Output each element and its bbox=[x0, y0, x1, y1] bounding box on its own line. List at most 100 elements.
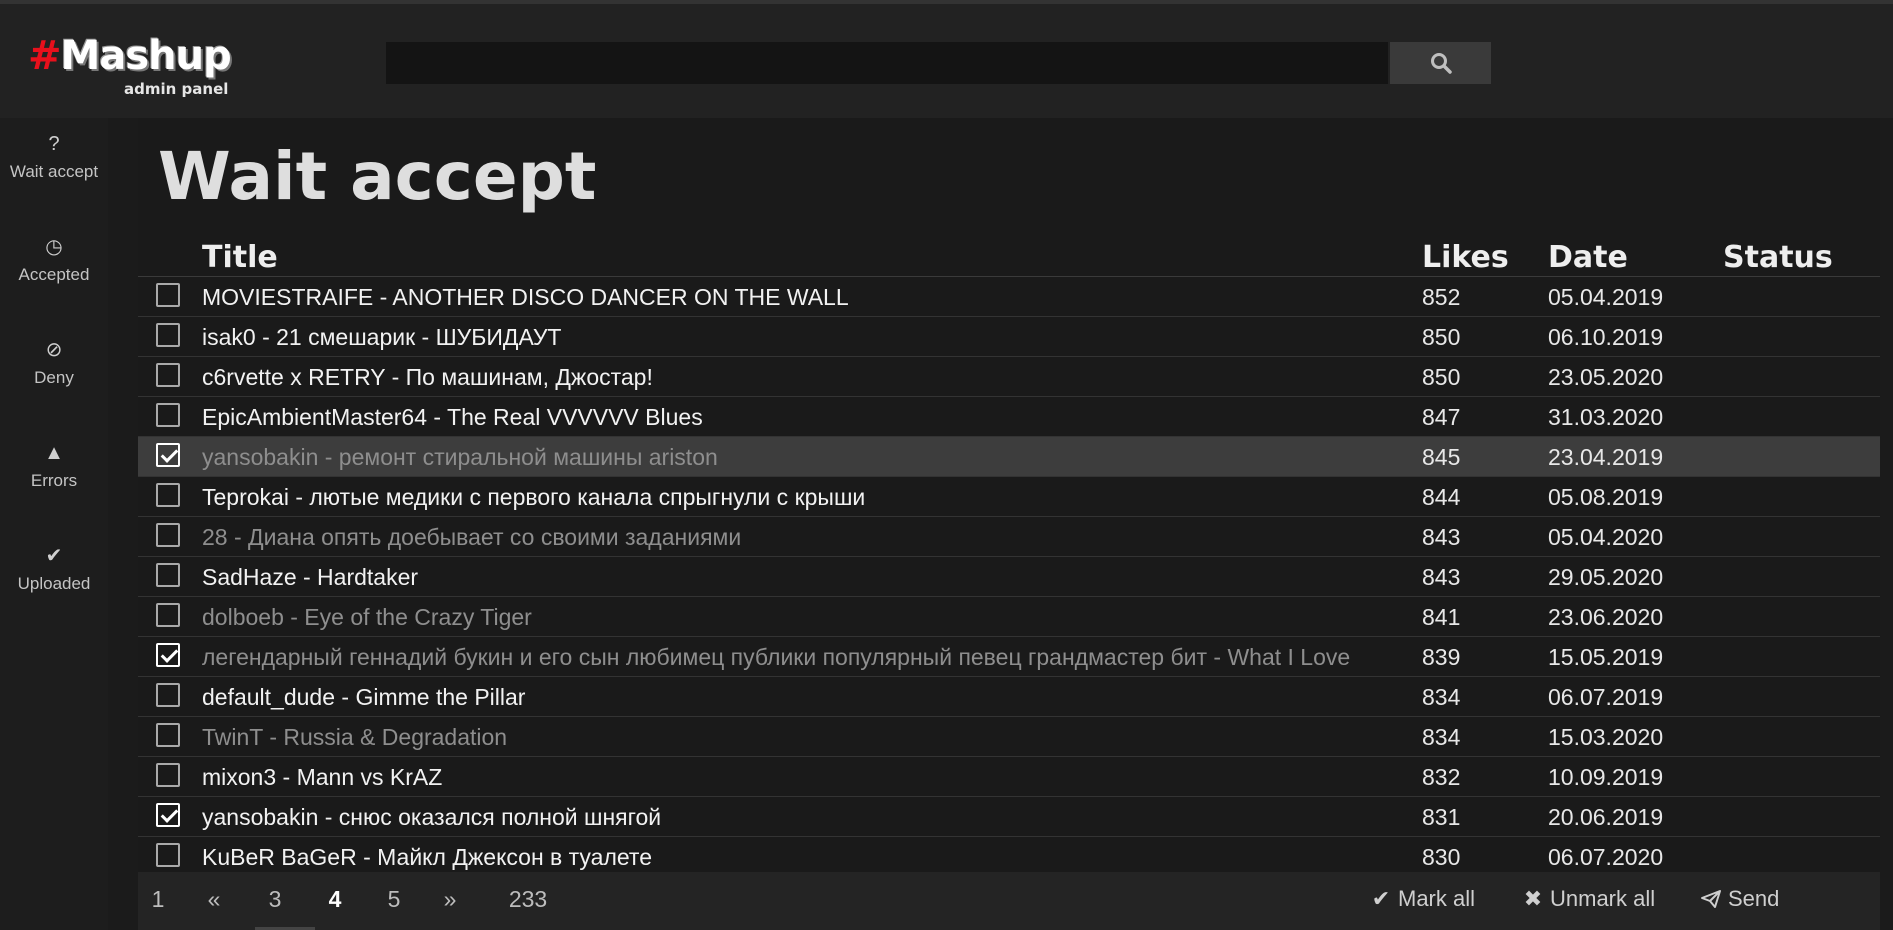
mark-all-label: Mark all bbox=[1398, 886, 1476, 911]
row-title[interactable]: isak0 - 21 смешарик - ШУБИДАУТ bbox=[202, 324, 561, 351]
row-title[interactable]: легендарный геннадий букин и его сын люб… bbox=[202, 644, 1350, 671]
row-date: 29.05.2020 bbox=[1548, 564, 1664, 590]
row-title[interactable]: MOVIESTRAIFE - ANOTHER DISCO DANCER ON T… bbox=[202, 284, 849, 311]
row-likes: 843 bbox=[1422, 524, 1461, 550]
logo-subtitle: admin panel bbox=[124, 80, 229, 98]
row-date: 23.05.2020 bbox=[1548, 364, 1664, 390]
row-title[interactable]: mixon3 - Mann vs KrAZ bbox=[202, 764, 442, 791]
row-checkbox[interactable] bbox=[156, 403, 180, 427]
send-button[interactable]: Send bbox=[1700, 886, 1779, 912]
sidebar-item-label: Accepted bbox=[18, 265, 90, 284]
row-checkbox[interactable] bbox=[156, 283, 180, 307]
search-input[interactable] bbox=[386, 42, 1388, 84]
row-title[interactable]: default_dude - Gimme the Pillar bbox=[202, 684, 525, 711]
sidebar-item-accepted[interactable]: ◷ Accepted bbox=[0, 221, 108, 311]
page-link[interactable]: 3 bbox=[255, 886, 295, 913]
warning-icon: ▲ bbox=[44, 442, 64, 464]
main-content: Wait accept Title Likes Date Status MOVI… bbox=[138, 118, 1880, 930]
table-row[interactable]: isak0 - 21 смешарик - ШУБИДАУТ 850 06.10.2… bbox=[138, 317, 1880, 357]
table-row[interactable]: default_dude - Gimme the Pillar 834 06.07.… bbox=[138, 677, 1880, 717]
row-checkbox[interactable] bbox=[156, 563, 180, 587]
page-link[interactable]: 1 bbox=[138, 886, 178, 913]
row-likes: 850 bbox=[1422, 324, 1461, 350]
row-checkbox[interactable] bbox=[156, 603, 180, 627]
table-row[interactable]: EpicAmbientMaster64 - The Real VVVVVV Bl… bbox=[138, 397, 1880, 437]
row-likes: 832 bbox=[1422, 764, 1461, 790]
paper-plane-icon bbox=[1700, 886, 1722, 912]
footer-bar: 1 « 3 4 5 » 233 ✔ Mark all ✖ Unmark all Send bbox=[138, 872, 1880, 930]
row-checkbox[interactable] bbox=[156, 683, 180, 707]
row-title[interactable]: yansobakin - ремонт стиральной машины ar… bbox=[202, 444, 718, 471]
row-checkbox[interactable] bbox=[156, 483, 180, 507]
row-date: 15.05.2019 bbox=[1548, 644, 1664, 670]
row-title[interactable]: 28 - Диана опять доебывает со своими зад… bbox=[202, 524, 741, 551]
table-row[interactable]: yansobakin - ремонт стиральной машины ar… bbox=[138, 437, 1880, 477]
table-row[interactable]: 28 - Диана опять доебывает со своими зад… bbox=[138, 517, 1880, 557]
row-date: 23.04.2019 bbox=[1548, 444, 1664, 470]
row-likes: 831 bbox=[1422, 804, 1461, 830]
table-row[interactable]: TwinT - Russia & Degradation 834 15.03.202… bbox=[138, 717, 1880, 757]
row-date: 06.07.2020 bbox=[1548, 844, 1664, 870]
row-checkbox[interactable] bbox=[156, 523, 180, 547]
page-link[interactable]: « bbox=[194, 886, 234, 913]
sidebar: ? Wait accept ◷ Accepted ⊘ Deny ▲ Errors ✔ Upload… bbox=[0, 118, 108, 930]
sidebar-item-errors[interactable]: ▲ Errors bbox=[0, 427, 108, 517]
clock-icon: ◷ bbox=[45, 236, 63, 258]
row-date: 15.03.2020 bbox=[1548, 724, 1664, 750]
table-row[interactable]: SadHaze - Hardtaker 843 29.05.2020 bbox=[138, 557, 1880, 597]
row-title[interactable]: dolboeb - Eye of the Crazy Tiger bbox=[202, 604, 532, 631]
row-checkbox[interactable] bbox=[156, 723, 180, 747]
row-checkbox[interactable] bbox=[156, 763, 180, 787]
row-date: 10.09.2019 bbox=[1548, 764, 1664, 790]
row-title[interactable]: EpicAmbientMaster64 - The Real VVVVVV Bl… bbox=[202, 404, 703, 431]
sidebar-item-deny[interactable]: ⊘ Deny bbox=[0, 324, 108, 414]
page-link[interactable]: 4 bbox=[315, 886, 355, 913]
row-likes: 830 bbox=[1422, 844, 1461, 870]
logo-hash: # bbox=[28, 33, 62, 79]
column-header-likes[interactable]: Likes bbox=[1422, 240, 1509, 275]
row-likes: 847 bbox=[1422, 404, 1461, 430]
row-checkbox[interactable] bbox=[156, 323, 180, 347]
sidebar-item-label: Wait accept bbox=[9, 162, 99, 181]
page-link[interactable]: 233 bbox=[488, 886, 568, 913]
row-title[interactable]: KuBeR BaGeR - Майкл Джексон в туалете bbox=[202, 844, 652, 871]
row-title[interactable]: Teprokai - лютые медики с первого канала… bbox=[202, 484, 865, 511]
row-checkbox[interactable] bbox=[156, 443, 180, 467]
table-row[interactable]: легендарный геннадий букин и его сын люб… bbox=[138, 637, 1880, 677]
table-row[interactable]: KuBeR BaGeR - Майкл Джексон в туалете 830… bbox=[138, 837, 1880, 877]
mark-all-button[interactable]: ✔ Mark all bbox=[1370, 886, 1475, 912]
table-header: Title Likes Date Status bbox=[138, 236, 1880, 277]
row-title[interactable]: TwinT - Russia & Degradation bbox=[202, 724, 507, 751]
row-likes: 834 bbox=[1422, 724, 1461, 750]
row-date: 31.03.2020 bbox=[1548, 404, 1664, 430]
logo[interactable]: #Mashup admin panel bbox=[28, 33, 232, 98]
search-button[interactable] bbox=[1390, 42, 1491, 84]
row-checkbox[interactable] bbox=[156, 363, 180, 387]
column-header-date[interactable]: Date bbox=[1548, 240, 1628, 275]
row-checkbox[interactable] bbox=[156, 803, 180, 827]
row-title[interactable]: SadHaze - Hardtaker bbox=[202, 564, 418, 591]
column-header-status[interactable]: Status bbox=[1723, 240, 1833, 275]
row-date: 05.08.2019 bbox=[1548, 484, 1664, 510]
table-row[interactable]: mixon3 - Mann vs KrAZ 832 10.09.2019 bbox=[138, 757, 1880, 797]
row-checkbox[interactable] bbox=[156, 643, 180, 667]
sidebar-item-uploaded[interactable]: ✔ Uploaded bbox=[0, 530, 108, 620]
row-title[interactable]: c6rvette x RETRY - По машинам, Джостар! bbox=[202, 364, 653, 391]
table-row[interactable]: MOVIESTRAIFE - ANOTHER DISCO DANCER ON T… bbox=[138, 277, 1880, 317]
row-likes: 843 bbox=[1422, 564, 1461, 590]
unmark-all-button[interactable]: ✖ Unmark all bbox=[1522, 886, 1655, 912]
sidebar-item-wait-accept[interactable]: ? Wait accept bbox=[0, 118, 108, 208]
close-icon: ✖ bbox=[1523, 886, 1543, 911]
table-row[interactable]: yansobakin - снюс оказался полной шнягой… bbox=[138, 797, 1880, 837]
row-likes: 850 bbox=[1422, 364, 1461, 390]
table-row[interactable]: Teprokai - лютые медики с первого канала… bbox=[138, 477, 1880, 517]
row-date: 05.04.2020 bbox=[1548, 524, 1664, 550]
row-likes: 841 bbox=[1422, 604, 1461, 630]
page-link[interactable]: » bbox=[430, 886, 470, 913]
table-row[interactable]: dolboeb - Eye of the Crazy Tiger 841 23.06… bbox=[138, 597, 1880, 637]
column-header-title[interactable]: Title bbox=[202, 240, 278, 275]
table-row[interactable]: c6rvette x RETRY - По машинам, Джостар! 8… bbox=[138, 357, 1880, 397]
row-checkbox[interactable] bbox=[156, 843, 180, 867]
row-title[interactable]: yansobakin - снюс оказался полной шнягой bbox=[202, 804, 661, 831]
page-link[interactable]: 5 bbox=[374, 886, 414, 913]
